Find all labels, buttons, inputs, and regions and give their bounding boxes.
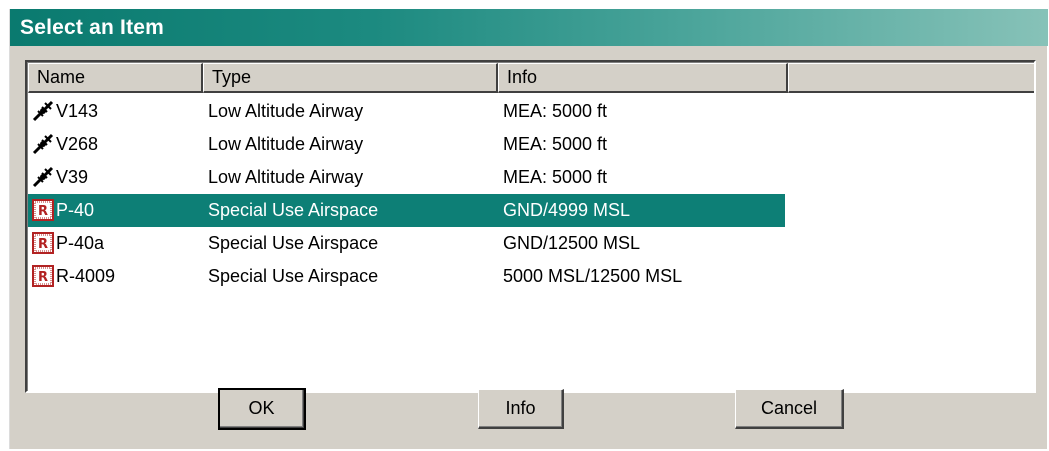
svg-text:R: R xyxy=(38,237,48,252)
select-item-dialog: Select an Item Name Type Info V143 Low Al… xyxy=(9,9,1048,449)
cell-info: 5000 MSL/12500 MSL xyxy=(503,266,683,286)
window-title: Select an Item xyxy=(20,16,165,39)
column-header-type[interactable]: Type xyxy=(203,63,498,93)
info-button[interactable]: Info xyxy=(478,389,564,429)
cancel-button[interactable]: Cancel xyxy=(735,389,844,429)
column-header-extra[interactable] xyxy=(788,63,1034,93)
cell-type: Special Use Airspace xyxy=(208,233,379,253)
cell-name: R-4009 xyxy=(56,266,116,286)
cell-type: Low Altitude Airway xyxy=(208,167,364,187)
cell-type: Special Use Airspace xyxy=(208,266,379,286)
svg-text:R: R xyxy=(38,204,48,219)
cell-info: MEA: 5000 ft xyxy=(503,134,608,154)
list-header: Name Type Info xyxy=(28,63,1034,93)
svg-text:R: R xyxy=(38,270,48,285)
list-item[interactable]: R R-4009 Special Use Airspace 5000 MSL/1250… xyxy=(28,260,785,293)
airway-icon xyxy=(32,166,54,188)
cell-type: Low Altitude Airway xyxy=(208,101,364,121)
column-header-name[interactable]: Name xyxy=(28,63,203,93)
cell-type: Low Altitude Airway xyxy=(208,134,364,154)
list-item[interactable]: V143 Low Altitude Airway MEA: 5000 ft xyxy=(28,95,785,128)
ok-button[interactable]: OK xyxy=(218,388,306,430)
list-item[interactable]: V268 Low Altitude Airway MEA: 5000 ft xyxy=(28,128,785,161)
restricted-airspace-icon: R xyxy=(32,232,54,254)
cell-info: MEA: 5000 ft xyxy=(503,101,608,121)
airway-icon xyxy=(32,100,54,122)
cell-name: V39 xyxy=(56,167,89,187)
cell-name: P-40a xyxy=(56,233,105,253)
cell-info: MEA: 5000 ft xyxy=(503,167,608,187)
cell-info: GND/12500 MSL xyxy=(503,233,641,253)
item-list[interactable]: Name Type Info V143 Low Altitude Airway ME… xyxy=(25,60,1036,393)
cell-info: GND/4999 MSL xyxy=(503,200,631,220)
restricted-airspace-icon: R xyxy=(32,199,54,221)
title-bar[interactable]: Select an Item xyxy=(10,9,1048,46)
column-header-info[interactable]: Info xyxy=(498,63,788,93)
cell-name: P-40 xyxy=(56,200,95,220)
restricted-airspace-icon: R xyxy=(32,265,54,287)
list-item[interactable]: R P-40a Special Use Airspace GND/12500 MSL xyxy=(28,227,785,260)
cell-name: V268 xyxy=(56,134,99,154)
cell-name: V143 xyxy=(56,101,99,121)
list-item[interactable]: V39 Low Altitude Airway MEA: 5000 ft xyxy=(28,161,785,194)
cell-type: Special Use Airspace xyxy=(208,200,379,220)
airway-icon xyxy=(32,133,54,155)
list-item[interactable]: R P-40 Special Use Airspace GND/4999 MSL xyxy=(28,194,785,227)
